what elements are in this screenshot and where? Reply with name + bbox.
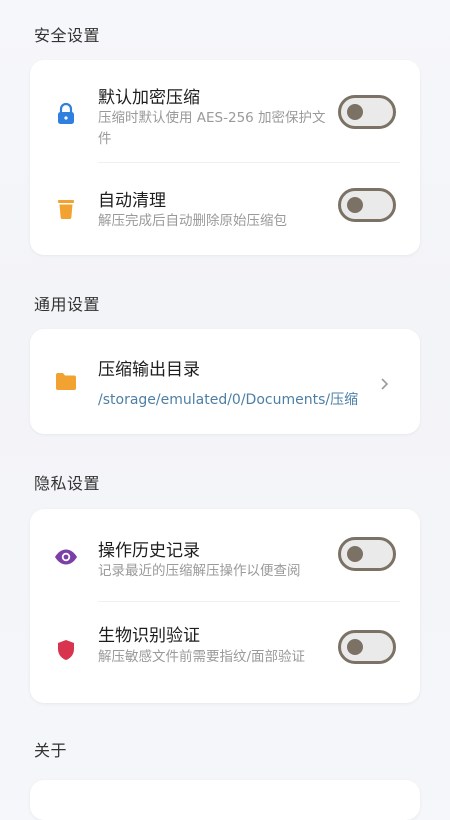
setting-title: 生物识别验证 <box>98 626 200 646</box>
general-card: 压缩输出目录 /storage/emulated/0/Documents/压缩 <box>30 329 420 434</box>
setting-title: 自动清理 <box>98 191 166 211</box>
chevron-right-icon <box>380 375 390 390</box>
toggle-knob <box>347 639 363 655</box>
section-title-general: 通用设置 <box>34 295 101 314</box>
setting-output-dir[interactable]: 压缩输出目录 /storage/emulated/0/Documents/压缩 <box>30 329 420 434</box>
auto-clean-toggle[interactable] <box>338 188 396 222</box>
eye-icon <box>54 545 78 569</box>
setting-default-encrypt[interactable]: 默认加密压缩 压缩时默认使用 AES-256 加密保护文件 <box>30 60 420 158</box>
toggle-knob <box>347 104 363 120</box>
trash-icon <box>54 197 78 221</box>
about-card <box>30 780 420 820</box>
biometric-toggle[interactable] <box>338 630 396 664</box>
section-title-security: 安全设置 <box>34 26 101 45</box>
setting-biometric[interactable]: 生物识别验证 解压敏感文件前需要指纹/面部验证 <box>30 602 420 703</box>
setting-description: 解压完成后自动删除原始压缩包 <box>98 213 287 229</box>
toggle-knob <box>347 197 363 213</box>
setting-description: 压缩时默认使用 AES-256 加密保护文件 <box>98 110 326 147</box>
privacy-card: 操作历史记录 记录最近的压缩解压操作以便查阅 生物识别验证 解压敏感文件前需要指… <box>30 509 420 703</box>
setting-history[interactable]: 操作历史记录 记录最近的压缩解压操作以便查阅 <box>30 509 420 601</box>
setting-description: 记录最近的压缩解压操作以便查阅 <box>98 563 301 579</box>
setting-description: 解压敏感文件前需要指纹/面部验证 <box>98 649 306 665</box>
setting-auto-clean[interactable]: 自动清理 解压完成后自动删除原始压缩包 <box>30 163 420 255</box>
security-card: 默认加密压缩 压缩时默认使用 AES-256 加密保护文件 自动清理 解压完成后… <box>30 60 420 255</box>
shield-icon <box>54 638 78 662</box>
history-toggle[interactable] <box>338 537 396 571</box>
setting-title: 操作历史记录 <box>98 541 200 561</box>
toggle-knob <box>347 546 363 562</box>
setting-title: 压缩输出目录 <box>98 360 200 380</box>
output-path: /storage/emulated/0/Documents/压缩 <box>98 392 359 408</box>
encrypt-toggle[interactable] <box>338 95 396 129</box>
section-title-about: 关于 <box>34 741 68 760</box>
lock-icon <box>54 102 78 126</box>
setting-title: 默认加密压缩 <box>98 88 200 108</box>
folder-icon <box>54 369 78 393</box>
section-title-privacy: 隐私设置 <box>34 474 101 493</box>
